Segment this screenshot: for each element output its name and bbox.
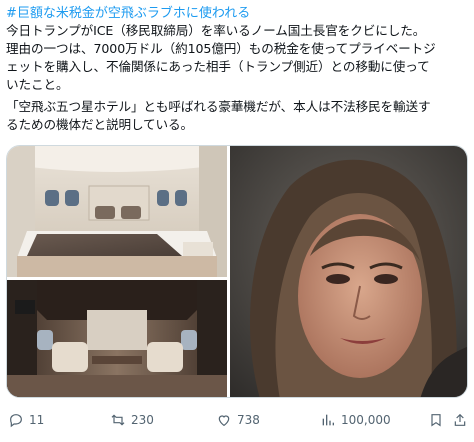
reply-button[interactable]: 11 xyxy=(8,412,44,428)
share-button[interactable] xyxy=(452,412,468,428)
views-button[interactable]: 100,000 xyxy=(320,412,391,428)
tweet-text-line: 理由の一つは、7000万ドル（約105億円）もの税金を使ってプライベートジ xyxy=(6,41,436,56)
like-button[interactable]: 738 xyxy=(216,412,260,428)
tweet-action-bar: 11 230 738 100,000 xyxy=(0,410,474,436)
views-icon xyxy=(320,412,336,428)
tweet-text-line: いたこと。 xyxy=(6,77,69,92)
tweet-text-line: 今日トランプがICE（移民取締局）を率いるノーム国土長官をクビにした。 xyxy=(6,23,426,38)
retweet-button[interactable]: 230 xyxy=(110,412,154,428)
view-count: 100,000 xyxy=(341,413,391,427)
hashtag-link[interactable]: #巨額な米税金が空飛ぶラブホに使われる xyxy=(6,2,250,21)
like-count: 738 xyxy=(237,413,260,427)
reply-count: 11 xyxy=(29,413,45,427)
bookmark-icon xyxy=(428,412,444,428)
jet-lounge-photo[interactable] xyxy=(7,280,227,397)
bookmark-button[interactable] xyxy=(428,412,444,428)
woman-portrait-photo[interactable] xyxy=(230,146,467,397)
tweet-text-line: ェットを購入し、不倫関係にあった相手（トランプ側近）との移動に使って xyxy=(6,59,430,74)
retweet-icon xyxy=(110,412,126,428)
reply-icon xyxy=(8,412,24,428)
tweet-text-line: るための機体だと説明している。 xyxy=(6,117,194,132)
retweet-count: 230 xyxy=(131,413,154,427)
media-grid xyxy=(6,145,468,398)
share-icon xyxy=(452,412,468,428)
like-icon xyxy=(216,412,232,428)
tweet-text-line: 「空飛ぶ五つ星ホテル」とも呼ばれる豪華機だが、本人は不法移民を輸送す xyxy=(6,99,431,114)
jet-bedroom-photo[interactable] xyxy=(7,146,227,277)
